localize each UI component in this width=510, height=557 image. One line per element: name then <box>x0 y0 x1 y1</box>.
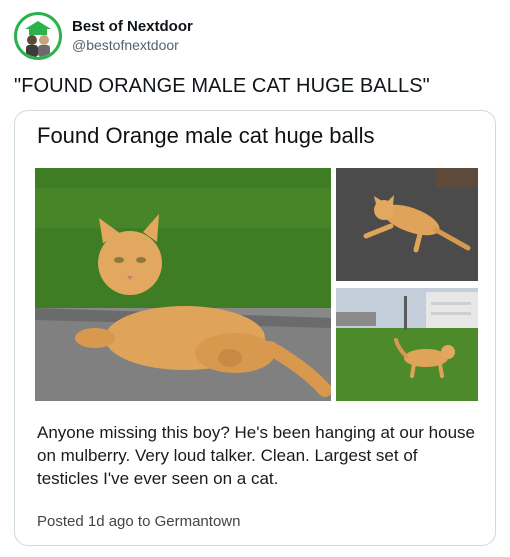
cat-lying-on-gravel-photo[interactable] <box>336 168 478 281</box>
people-icon <box>26 35 50 57</box>
post-body: Anyone missing this boy? He's been hangi… <box>37 423 475 488</box>
account-handle[interactable]: @bestofnextdoor <box>72 36 193 54</box>
display-name[interactable]: Best of Nextdoor <box>72 18 193 36</box>
nextdoor-post-card[interactable]: Found Orange male cat huge balls Anyone … <box>14 110 496 546</box>
cat-walking-on-lawn-photo[interactable] <box>336 288 478 401</box>
cat-lying-on-driveway-photo[interactable] <box>35 168 331 401</box>
account-names: Best of Nextdoor @bestofnextdoor <box>72 18 193 54</box>
post-meta[interactable]: Posted 1d ago to Germantown <box>37 513 240 531</box>
avatar[interactable] <box>14 12 62 60</box>
tweet-header: Best of Nextdoor @bestofnextdoor <box>14 12 494 62</box>
post-title: Found Orange male cat huge balls <box>37 123 375 148</box>
tweet-text: "FOUND ORANGE MALE CAT HUGE BALLS" <box>14 75 430 97</box>
